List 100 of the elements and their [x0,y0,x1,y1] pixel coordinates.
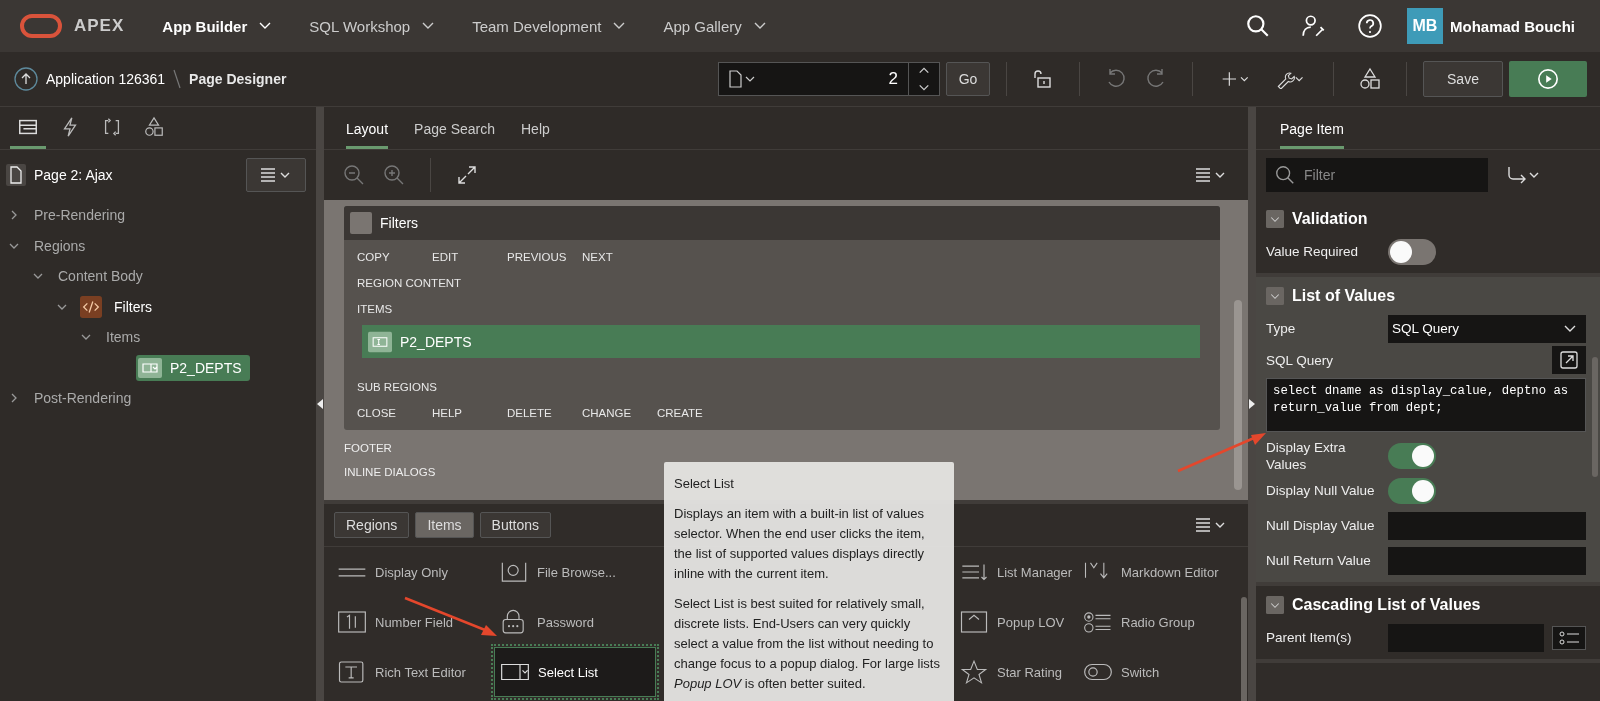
toggle-switch[interactable] [1388,238,1436,265]
palette-item[interactable]: Password [494,597,656,647]
group-title: Cascading List of Values [1292,596,1481,614]
tooltip-text: Displays an item with a built-in list of values selector. When the end user clicks the item, the list of supported values displays directly inline with the current item. [674,505,926,583]
user-wrench-icon[interactable] [1301,13,1327,39]
region-title: Filters [380,215,419,231]
search-icon[interactable] [1245,13,1271,39]
palette-item[interactable]: Markdown Editor [1078,547,1228,597]
caret-icon[interactable] [613,22,626,30]
tree-item[interactable]: P2_DEPTS [136,354,250,381]
toggle-switch[interactable] [1388,477,1436,504]
position-label: SUB REGIONS [357,380,437,395]
scrollbar[interactable] [1592,357,1598,477]
type-select[interactable]: SQL Query [1388,314,1586,343]
application-link[interactable]: Application 126361 [46,71,166,87]
property-label: Display Null Value [1266,482,1376,499]
designer-tab[interactable]: Help [521,107,550,149]
position-label: PREVIOUS [507,250,568,265]
gallery-tab[interactable]: Items [415,512,474,538]
sql-query-field[interactable]: select dname as display_calue, deptno as return_value from dept; [1266,378,1586,432]
gallery-tab[interactable]: Buttons [479,512,552,538]
position-label: HELP [432,406,464,421]
designer-tab[interactable]: Layout [346,107,389,149]
designer-tab[interactable]: Page Search [414,107,495,149]
group-title: List of Values [1292,287,1396,305]
help-icon[interactable] [1357,13,1383,39]
tree-node[interactable]: Items [100,326,147,349]
property-label: Null Display Value [1266,517,1376,534]
route-dropdown-icon[interactable] [1506,165,1540,185]
palette-item[interactable]: Display Only [332,547,494,597]
code-icon [80,295,102,318]
play-icon[interactable] [1537,68,1559,90]
palette-item[interactable]: Number Field [332,597,494,647]
property-label: SQL Query [1266,351,1335,369]
palette-item[interactable]: Radio Group [1078,597,1228,647]
region-card[interactable]: Filters COPY EDIT PREVIOUS NEXT REGION CONTENT ITEMS P2_DEPTS SUB REGIONS CLOSE HELP DELETE CHANGE CREATE [344,206,1220,430]
position-label: DELETE [507,406,553,421]
star-icon [959,659,989,685]
save-button[interactable]: Save [1423,61,1503,97]
property-label: Null Return Value [1266,552,1372,569]
position-label: REGION CONTENT [357,276,462,291]
position-label: CHANGE [582,406,633,421]
caret-icon[interactable] [753,22,766,30]
tooltip-title: Select List [674,475,735,493]
expand-editor-icon[interactable] [1552,346,1586,374]
position-label: ITEMS [357,302,394,317]
tree-node[interactable]: Pre-Rendering [28,204,132,227]
shapes-icon[interactable] [1358,67,1382,91]
expand-icon[interactable] [455,163,479,187]
property-label: Display Extra Values [1266,438,1347,473]
text-field[interactable] [1388,511,1586,540]
nav-menu[interactable]: SQL Workshop [309,17,435,35]
property-label: Type [1266,320,1297,337]
property-label: Parent Item(s) [1266,629,1353,646]
text-field[interactable] [1388,623,1544,652]
toggle-switch[interactable] [1388,442,1436,469]
tree-node[interactable]: Regions [28,234,92,257]
popup-icon [959,609,989,635]
zoom-out-icon[interactable] [342,163,366,187]
page-node[interactable]: Page 2: Ajax [34,167,113,183]
page-item-bar[interactable]: P2_DEPTS [362,325,1200,358]
nav-menu[interactable]: App Gallery [663,17,766,35]
position-label: FOOTER [344,441,392,456]
scrollbar[interactable] [1241,597,1247,701]
tree-menu-button[interactable] [246,158,306,192]
breadcrumb-separator-icon [173,69,182,89]
radio-list-icon [1083,609,1113,635]
palette-item[interactable]: Star Rating [954,647,1078,697]
filter-field[interactable]: Filter [1266,158,1488,192]
palette-item[interactable]: Rich Text Editor [332,647,494,697]
text-field[interactable] [1388,546,1586,575]
nav-menu[interactable]: App Builder [162,17,272,35]
gallery-tab[interactable]: Regions [334,512,410,538]
page-number-field[interactable]: 2 [718,62,940,96]
palette-item[interactable]: Select List [494,647,656,697]
caret-icon[interactable] [1564,324,1576,333]
zoom-in-icon[interactable] [382,163,406,187]
tree-node[interactable]: Content Body [52,265,149,288]
search-icon [1274,164,1296,186]
run-button[interactable] [1509,61,1587,97]
shapes-icon[interactable] [143,115,165,138]
position-label: NEXT [582,250,614,265]
property-tab[interactable]: Page Item [1280,107,1344,149]
nav-menu[interactable]: Team Development [472,17,626,35]
palette-item[interactable]: Switch [1078,647,1228,697]
scrollbar[interactable] [1234,300,1242,490]
group-title: Validation [1292,210,1368,228]
list-picker-icon[interactable] [1552,625,1586,650]
page-icon [6,164,26,186]
page-dropdown-icon[interactable] [727,69,757,89]
tree-node[interactable]: Filters [108,295,159,318]
palette-item[interactable]: Popup LOV [954,597,1078,647]
go-button[interactable]: Go [946,62,990,96]
position-label: COPY [357,250,391,265]
position-label: EDIT [432,250,460,265]
property-label: Value Required [1266,243,1360,260]
caret-icon[interactable] [422,22,435,30]
palette-item[interactable]: File Browse... [494,547,656,597]
palette-item[interactable]: List Manager [954,547,1078,597]
tree-node[interactable]: Post-Rendering [28,387,138,410]
